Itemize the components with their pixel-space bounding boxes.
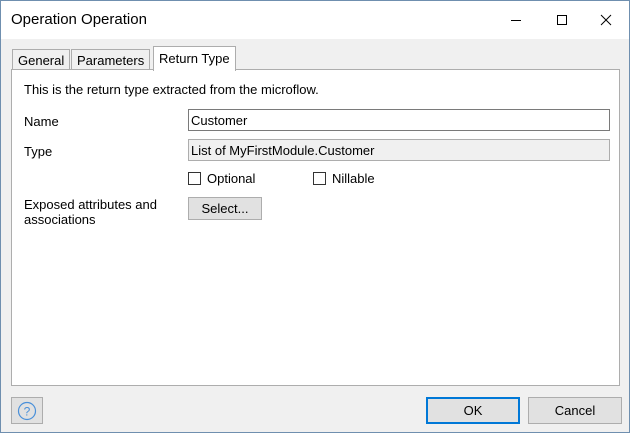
- dialog-window: Operation Operation General Parameters R…: [0, 0, 630, 433]
- tab-label: General: [18, 53, 65, 68]
- tab-parameters[interactable]: Parameters: [71, 49, 151, 70]
- name-label: Name: [24, 114, 59, 129]
- minimize-icon: [511, 20, 521, 21]
- nillable-label: Nillable: [332, 171, 375, 186]
- tab-strip: General Parameters Return Type: [1, 46, 629, 71]
- close-button[interactable]: [583, 1, 629, 39]
- title-bar: Operation Operation: [1, 1, 629, 39]
- type-label: Type: [24, 144, 53, 159]
- window-title: Operation Operation: [11, 11, 147, 28]
- optional-checkbox[interactable]: Optional: [188, 171, 255, 186]
- help-button[interactable]: ?: [11, 397, 43, 424]
- checkbox-box[interactable]: [313, 172, 326, 185]
- ok-button[interactable]: OK: [426, 397, 520, 424]
- maximize-icon: [557, 15, 567, 25]
- tab-return-type[interactable]: Return Type: [153, 46, 236, 71]
- nillable-checkbox[interactable]: Nillable: [313, 171, 375, 186]
- return-type-panel: This is the return type extracted from t…: [11, 69, 620, 386]
- name-field[interactable]: Customer: [188, 109, 610, 131]
- cancel-button[interactable]: Cancel: [528, 397, 622, 424]
- cancel-button-label: Cancel: [554, 403, 596, 418]
- exposed-label-line2: associations: [24, 212, 96, 227]
- maximize-button[interactable]: [539, 1, 585, 39]
- tab-general[interactable]: General: [12, 49, 71, 70]
- checkbox-box[interactable]: [188, 172, 201, 185]
- select-button[interactable]: Select...: [188, 197, 262, 220]
- svg-text:?: ?: [24, 404, 31, 418]
- help-icon: ?: [17, 401, 37, 420]
- ok-button-label: OK: [463, 403, 483, 418]
- exposed-label-line1: Exposed attributes and: [24, 197, 157, 212]
- tab-label: Parameters: [77, 53, 145, 68]
- type-field: List of MyFirstModule.Customer: [188, 139, 610, 161]
- minimize-button[interactable]: [493, 1, 539, 39]
- select-button-label: Select...: [201, 201, 249, 216]
- close-icon: [600, 14, 612, 26]
- intro-text: This is the return type extracted from t…: [24, 82, 319, 97]
- optional-label: Optional: [207, 171, 256, 186]
- tab-label: Return Type: [159, 51, 230, 66]
